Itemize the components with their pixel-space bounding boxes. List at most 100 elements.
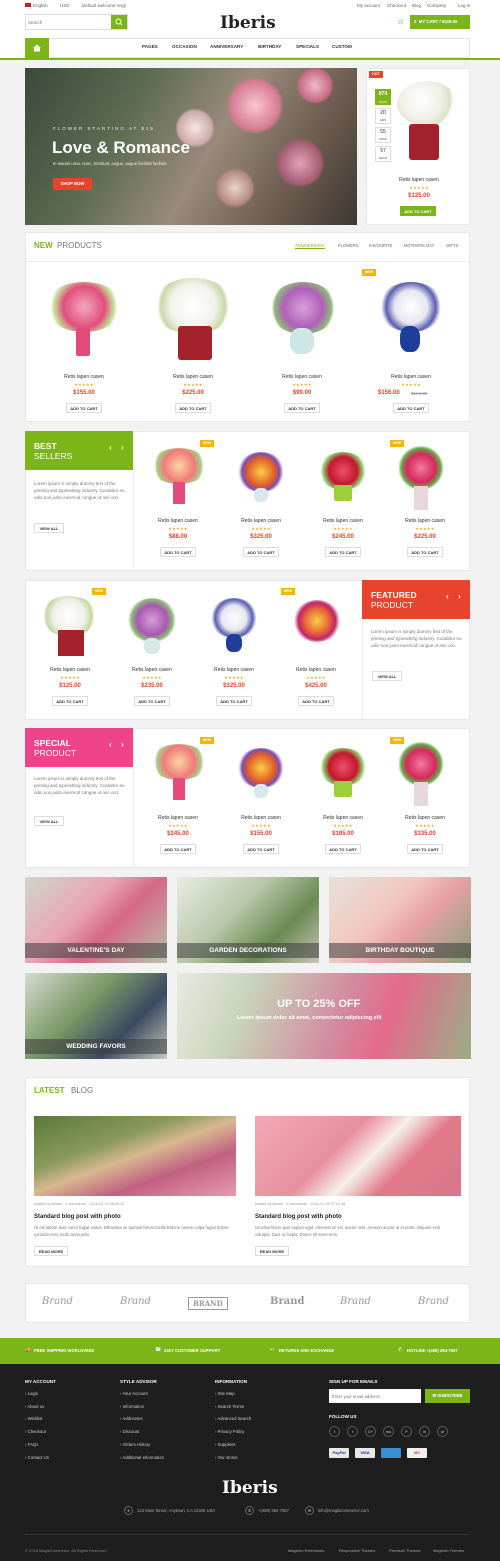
product-image[interactable] bbox=[237, 748, 285, 788]
category-tile-birthday[interactable]: BIRTHDAY BOUTIQUE bbox=[329, 877, 471, 963]
add-to-cart-button[interactable]: ADD TO CART bbox=[407, 844, 443, 854]
product-image[interactable] bbox=[293, 600, 341, 642]
nav-occasion[interactable]: OCCASION bbox=[172, 44, 197, 49]
pinterest-icon[interactable]: P bbox=[401, 1426, 412, 1437]
prev-arrow-icon[interactable]: ‹ bbox=[109, 443, 112, 452]
nav-anniversary[interactable]: ANNIVERSARY bbox=[210, 44, 243, 49]
add-to-cart-button[interactable]: ADD TO CART bbox=[243, 844, 279, 854]
bottom-link[interactable]: Magento Themes bbox=[433, 1548, 464, 1553]
add-to-cart-button[interactable]: ADD TO CART bbox=[66, 403, 102, 413]
add-to-cart-button[interactable]: ADD TO CART bbox=[325, 547, 361, 557]
brand-logo[interactable]: Brand bbox=[270, 1296, 304, 1307]
product-image[interactable] bbox=[237, 452, 285, 492]
product-name[interactable]: Retis lapen casen bbox=[385, 815, 465, 821]
product-name[interactable]: Retis lapen casen bbox=[112, 667, 192, 673]
nav-specials[interactable]: SPECIALS bbox=[296, 44, 319, 49]
add-to-cart-button[interactable]: ADD TO CART bbox=[160, 547, 196, 557]
add-to-cart-button[interactable]: ADD TO CART bbox=[298, 696, 334, 706]
subscribe-button[interactable]: ✉ SUBSCRIBE bbox=[425, 1389, 470, 1403]
footer-link[interactable]: › Privacy Policy bbox=[215, 1426, 251, 1439]
logo[interactable]: Iberis bbox=[220, 13, 276, 33]
footer-link[interactable]: › About us bbox=[25, 1401, 49, 1414]
footer-link[interactable]: › Your Account bbox=[120, 1388, 164, 1401]
rss-icon[interactable]: rss bbox=[383, 1426, 394, 1437]
product-image[interactable] bbox=[398, 742, 444, 786]
blog-post-title[interactable]: Standard blog post with photo bbox=[34, 1214, 121, 1220]
product-image[interactable] bbox=[150, 744, 208, 780]
footer-link[interactable]: › FAQs bbox=[25, 1439, 49, 1452]
read-more-button[interactable]: READ MORE bbox=[255, 1246, 289, 1256]
brand-logo[interactable]: Brand bbox=[42, 1296, 73, 1307]
add-to-cart-button[interactable]: ADD TO CART bbox=[393, 403, 429, 413]
brand-logo[interactable]: Brand bbox=[120, 1296, 151, 1307]
home-button[interactable] bbox=[25, 38, 49, 58]
product-name[interactable]: Retis lapen casen bbox=[221, 518, 301, 524]
bottom-link[interactable]: Magento Extensions bbox=[288, 1548, 324, 1553]
category-tile-wedding[interactable]: WEDDING FAVORS bbox=[25, 973, 167, 1059]
footer-link[interactable]: › Checkout bbox=[25, 1426, 49, 1439]
tab-flowers[interactable]: FLOWERS bbox=[338, 243, 359, 248]
product-name[interactable]: Retis lapen casen bbox=[303, 815, 383, 821]
email-input[interactable] bbox=[329, 1389, 421, 1403]
linkedin-icon[interactable]: in bbox=[419, 1426, 430, 1437]
tab-anniversary[interactable]: ANNIVERSARY bbox=[295, 243, 325, 249]
product-image[interactable] bbox=[268, 282, 338, 334]
language-select[interactable]: English bbox=[33, 3, 48, 8]
bottom-link[interactable]: Responsive Themes bbox=[339, 1548, 375, 1553]
prev-arrow-icon[interactable]: ‹ bbox=[109, 740, 112, 749]
product-image[interactable] bbox=[378, 282, 444, 332]
footer-link[interactable]: › Wishlist bbox=[25, 1413, 49, 1426]
currency-select[interactable]: USD bbox=[60, 3, 70, 8]
google-plus-icon[interactable]: G+ bbox=[365, 1426, 376, 1437]
footer-email[interactable]: info@magikcommerce.com bbox=[318, 1508, 369, 1513]
brand-logo[interactable]: Brand bbox=[418, 1296, 449, 1307]
deal-name[interactable]: Retis lapen casen bbox=[379, 177, 459, 183]
footer-link[interactable]: › Advanced Search bbox=[215, 1413, 251, 1426]
product-name[interactable]: Retis lapen casen bbox=[194, 667, 274, 673]
nav-pages[interactable]: PAGES bbox=[142, 44, 158, 49]
cart-button[interactable]: 2 MY CART / $329.00 bbox=[410, 15, 470, 29]
product-name[interactable]: Retis lapen casen bbox=[262, 374, 342, 380]
product-image[interactable] bbox=[398, 446, 444, 490]
search-button[interactable] bbox=[111, 15, 127, 29]
tab-gifts[interactable]: GIFTS bbox=[446, 243, 458, 248]
link-blog[interactable]: Blog bbox=[412, 3, 421, 8]
product-name[interactable]: Retis lapen casen bbox=[371, 374, 451, 380]
footer-link[interactable]: › Site Map bbox=[215, 1388, 251, 1401]
footer-logo[interactable]: Iberis bbox=[222, 1478, 278, 1498]
add-to-cart-button[interactable]: ADD TO CART bbox=[134, 696, 170, 706]
footer-link[interactable]: › Discount bbox=[120, 1426, 164, 1439]
nav-custom[interactable]: CUSTOM bbox=[332, 44, 352, 49]
link-login[interactable]: Log in bbox=[458, 3, 470, 8]
view-all-button[interactable]: VIEW ALL bbox=[34, 523, 64, 533]
add-to-cart-button[interactable]: ADD TO CART bbox=[52, 696, 88, 706]
nav-birthday[interactable]: BIRTHDAY bbox=[258, 44, 281, 49]
product-name[interactable]: Retis lapen casen bbox=[385, 518, 465, 524]
product-name[interactable]: Retis lapen casen bbox=[303, 518, 383, 524]
add-to-cart-button[interactable]: ADD TO CART bbox=[407, 547, 443, 557]
link-company[interactable]: Company bbox=[427, 3, 446, 8]
prev-arrow-icon[interactable]: ‹ bbox=[446, 592, 449, 601]
footer-link[interactable]: › Search Terms bbox=[215, 1401, 251, 1414]
footer-link[interactable]: › Information bbox=[120, 1401, 164, 1414]
add-to-cart-button[interactable]: ADD TO CART bbox=[325, 844, 361, 854]
add-to-cart-button[interactable]: ADD TO CART bbox=[175, 403, 211, 413]
product-image[interactable] bbox=[45, 282, 123, 332]
category-tile-garden[interactable]: GARDEN DECORATIONS bbox=[177, 877, 319, 963]
product-name[interactable]: Retis lapen casen bbox=[138, 518, 218, 524]
next-arrow-icon[interactable]: › bbox=[121, 443, 124, 452]
shop-now-button[interactable]: SHOP NOW bbox=[53, 178, 92, 190]
link-checkout[interactable]: Checkout bbox=[387, 3, 406, 8]
view-all-button[interactable]: VIEW ALL bbox=[372, 671, 402, 681]
promo-banner[interactable]: UP TO 25% OFF Lorem ipsum dolor sit amet… bbox=[177, 973, 471, 1059]
product-name[interactable]: Retis lapen casen bbox=[276, 667, 356, 673]
add-to-cart-button[interactable]: ADD TO CART bbox=[243, 547, 279, 557]
footer-link[interactable]: › Suppliers bbox=[215, 1439, 251, 1452]
brand-logo[interactable]: Brand bbox=[340, 1296, 371, 1307]
category-tile-valentines[interactable]: VALENTINE'S DAY bbox=[25, 877, 167, 963]
next-arrow-icon[interactable]: › bbox=[121, 740, 124, 749]
youtube-icon[interactable]: yt bbox=[437, 1426, 448, 1437]
product-image[interactable] bbox=[397, 81, 457, 126]
brand-logo[interactable]: BRAND bbox=[188, 1297, 228, 1310]
add-to-cart-button[interactable]: ADD TO CART bbox=[216, 696, 252, 706]
